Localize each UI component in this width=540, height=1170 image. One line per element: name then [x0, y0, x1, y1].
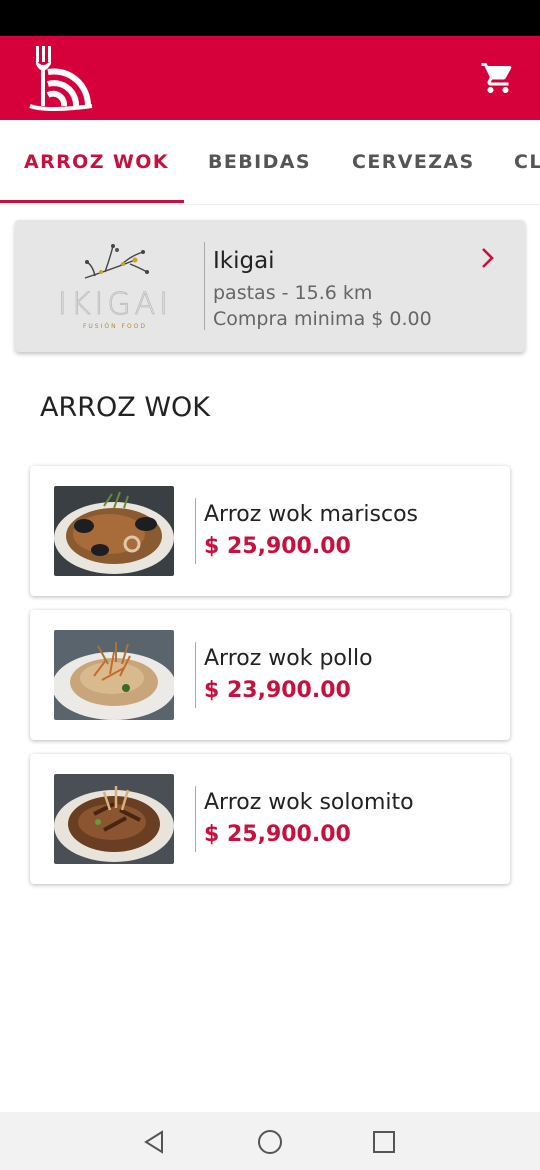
- tab-indicator: [0, 200, 184, 203]
- restaurant-logo: IKIGAI FUSIÓN FOOD: [58, 244, 172, 330]
- restaurant-divider: [204, 242, 205, 330]
- fork-wifi-logo-icon[interactable]: [26, 42, 96, 112]
- dish-name: Arroz wok solomito: [204, 790, 414, 815]
- dish-image: [54, 774, 174, 864]
- dish-card-arroz-wok-solomito[interactable]: Arroz wok solomito $ 25,900.00: [30, 754, 510, 884]
- section-title: ARROZ WOK: [40, 392, 210, 423]
- restaurant-category-distance: pastas - 15.6 km: [213, 282, 373, 304]
- dish-card-arroz-wok-pollo[interactable]: Arroz wok pollo $ 23,900.00: [30, 610, 510, 740]
- dish-price: $ 25,900.00: [204, 534, 351, 559]
- dish-divider: [195, 498, 196, 564]
- dish-name: Arroz wok pollo: [204, 646, 373, 671]
- system-nav-bar: [0, 1112, 540, 1170]
- restaurant-minimum-purchase: Compra minima $ 0.00: [213, 308, 432, 330]
- dish-divider: [195, 642, 196, 708]
- dish-image: [54, 630, 174, 720]
- restaurant-name: Ikigai: [213, 248, 275, 274]
- chevron-right-icon[interactable]: [479, 246, 497, 270]
- restaurant-card[interactable]: IKIGAI FUSIÓN FOOD Ikigai pastas - 15.6 …: [15, 220, 525, 352]
- dish-card-arroz-wok-mariscos[interactable]: Arroz wok mariscos $ 25,900.00: [30, 466, 510, 596]
- category-tabs: ARROZ WOK BEBIDAS CERVEZAS CL: [0, 120, 540, 206]
- circle-home-icon[interactable]: [256, 1128, 284, 1156]
- svg-text:IKIGAI: IKIGAI: [58, 287, 172, 322]
- square-recents-icon[interactable]: [370, 1128, 398, 1156]
- tab-divider: [0, 204, 540, 205]
- dish-divider: [195, 786, 196, 852]
- status-bar: [0, 0, 540, 36]
- tab-cl[interactable]: CL: [514, 120, 540, 204]
- triangle-back-icon[interactable]: [140, 1128, 168, 1156]
- dish-price: $ 23,900.00: [204, 678, 351, 703]
- tab-arroz-wok[interactable]: ARROZ WOK: [24, 120, 169, 204]
- dish-image: [54, 486, 174, 576]
- svg-text:FUSIÓN FOOD: FUSIÓN FOOD: [83, 323, 147, 330]
- dish-name: Arroz wok mariscos: [204, 502, 419, 527]
- tab-bebidas[interactable]: BEBIDAS: [208, 120, 311, 204]
- dish-price: $ 25,900.00: [204, 822, 351, 847]
- tab-cervezas[interactable]: CERVEZAS: [352, 120, 475, 204]
- app-bar: [0, 36, 540, 120]
- shopping-cart-icon[interactable]: [480, 60, 516, 96]
